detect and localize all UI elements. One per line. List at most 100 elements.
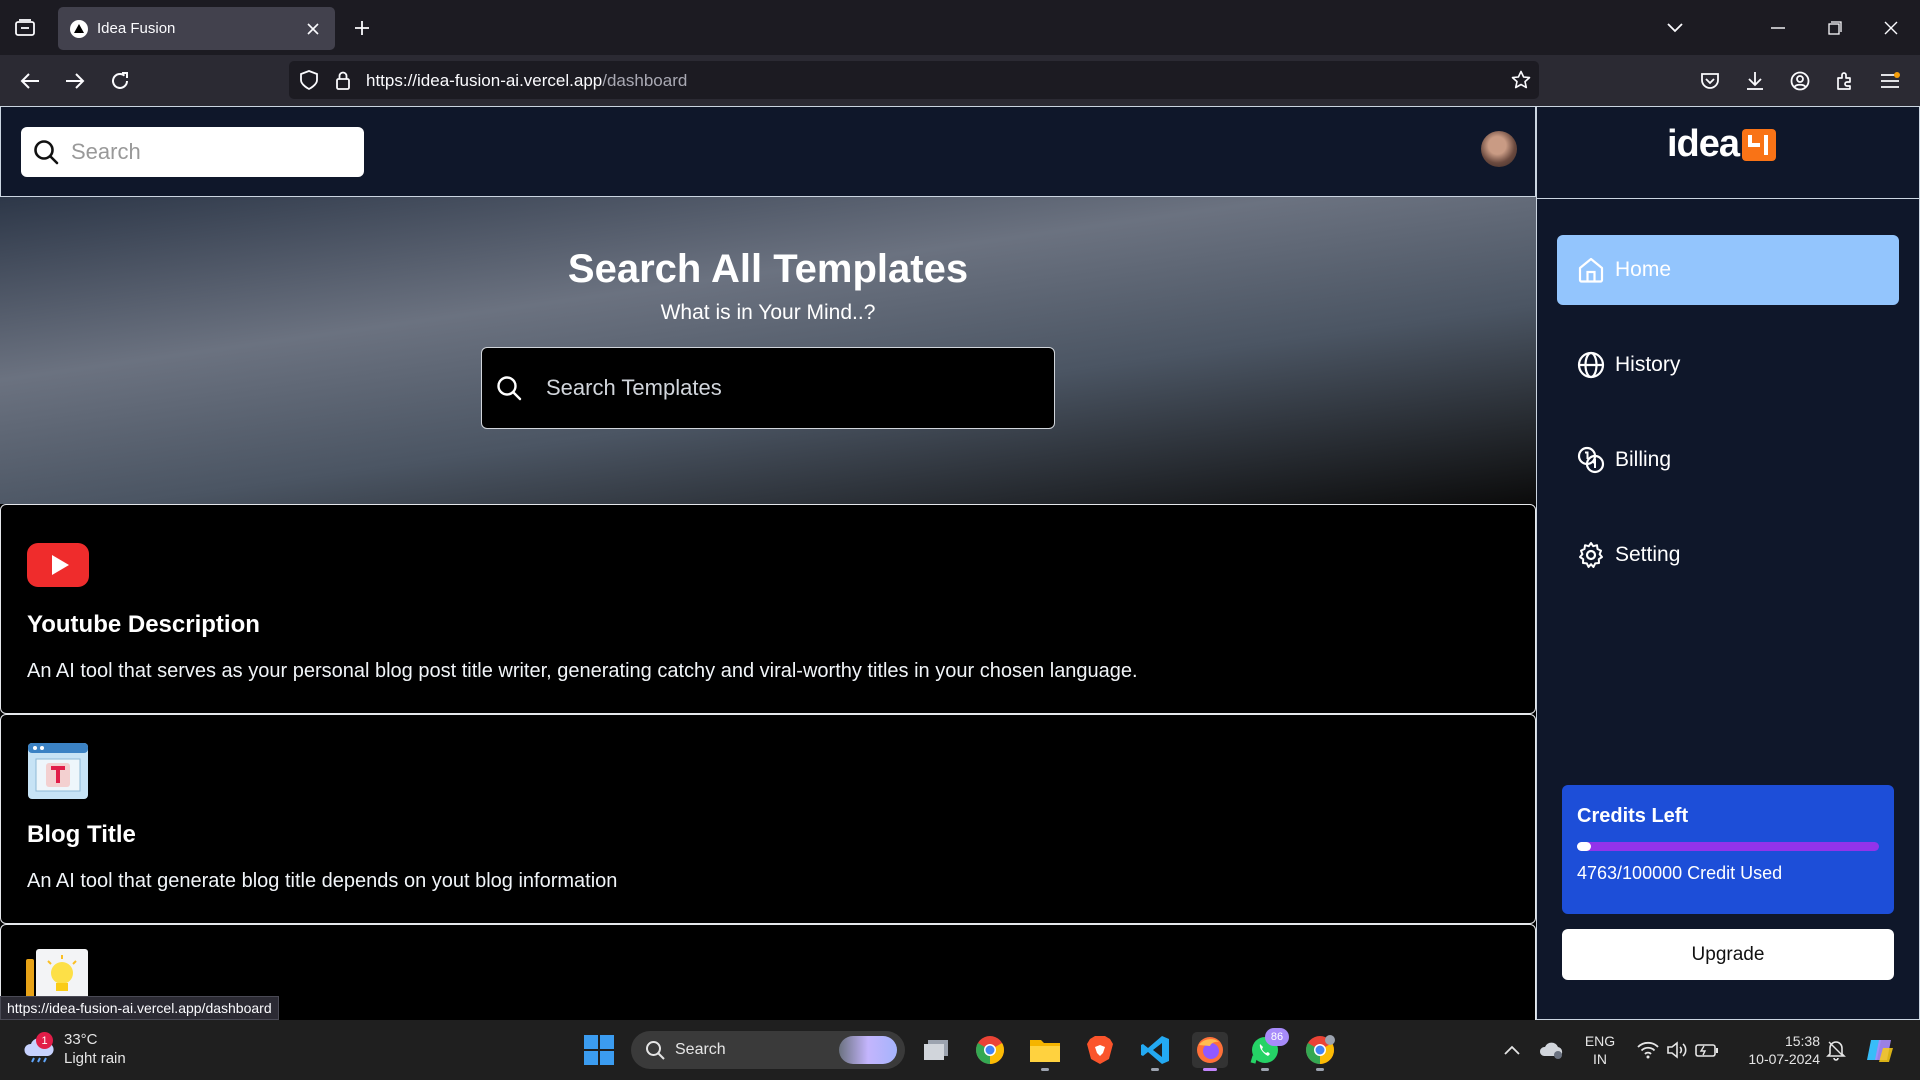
logo-text: idea <box>1667 123 1740 165</box>
youtube-icon <box>26 533 90 597</box>
home-icon <box>1577 256 1605 284</box>
sidebar-item-label: Home <box>1615 258 1672 281</box>
lang-bottom: IN <box>1593 1051 1607 1067</box>
back-icon[interactable] <box>15 66 45 96</box>
chrome-profile-icon[interactable] <box>1302 1032 1338 1071</box>
credits-progress-fill <box>1577 842 1592 851</box>
menu-icon[interactable] <box>1875 66 1905 96</box>
whatsapp-icon[interactable]: 86 <box>1247 1028 1289 1071</box>
onedrive-icon[interactable] <box>1534 1032 1570 1068</box>
vercel-favicon-icon <box>70 19 88 38</box>
header-search-input[interactable] <box>69 138 349 166</box>
rain-cloud-icon: 1 <box>22 1032 56 1064</box>
template-card-blog-title[interactable]: Blog Title An AI tool that generate blog… <box>0 714 1536 924</box>
search-icon <box>496 375 522 401</box>
search-icon <box>33 139 59 165</box>
user-avatar[interactable] <box>1481 131 1517 167</box>
running-indicator <box>1261 1068 1269 1071</box>
browser-tab-bar: Idea Fusion <box>0 0 1920 55</box>
list-all-tabs-icon[interactable] <box>1660 14 1690 42</box>
shield-icon[interactable] <box>299 70 319 90</box>
template-card-youtube-description[interactable]: Youtube Description An AI tool that serv… <box>0 504 1536 714</box>
weather-text: 33°C Light rain <box>64 1030 126 1068</box>
language-indicator[interactable]: ENG IN <box>1580 1032 1620 1068</box>
taskbar-search[interactable]: Search <box>631 1031 905 1069</box>
globe-icon <box>1577 351 1605 379</box>
task-view-icon[interactable] <box>918 1032 954 1068</box>
file-explorer-icon[interactable] <box>1027 1032 1063 1071</box>
sidebar-item-label: History <box>1615 353 1681 376</box>
reload-icon[interactable] <box>105 66 135 96</box>
credits-card: Credits Left 4763/100000 Credit Used <box>1562 785 1894 914</box>
hero-section: Search All Templates What is in Your Min… <box>0 197 1536 504</box>
sidebar-item-home[interactable]: Home <box>1557 235 1899 305</box>
logo-mark-icon <box>1742 128 1777 161</box>
close-window-icon[interactable] <box>1876 14 1906 42</box>
taskbar: 1 33°C Light rain Search 86 ENG IN 15:38… <box>0 1020 1920 1080</box>
tab-title: Idea Fusion <box>97 20 176 37</box>
sidebar-item-billing[interactable]: Billing <box>1557 425 1899 495</box>
blog-title-icon <box>26 739 90 803</box>
hero-subtitle: What is in Your Mind..? <box>660 301 876 324</box>
copilot-icon[interactable] <box>1862 1032 1898 1068</box>
running-indicator <box>1041 1068 1049 1071</box>
template-search[interactable] <box>481 347 1055 429</box>
downloads-icon[interactable] <box>1740 66 1770 96</box>
new-tab-icon[interactable] <box>348 14 376 42</box>
running-indicator <box>1316 1068 1324 1071</box>
pocket-icon[interactable] <box>1695 66 1725 96</box>
account-icon[interactable] <box>1785 66 1815 96</box>
chrome-icon[interactable] <box>972 1032 1008 1068</box>
browser-nav-bar: https://idea-fusion-ai.vercel.app/dashbo… <box>0 55 1920 106</box>
taskbar-search-label: Search <box>675 1041 726 1058</box>
tab-list-icon[interactable] <box>10 14 40 42</box>
sidebar: idea Home History Billing Setting Credit… <box>1536 106 1920 1020</box>
extensions-icon[interactable] <box>1830 66 1860 96</box>
tab-idea-fusion[interactable]: Idea Fusion <box>58 7 335 50</box>
template-title: Blog Title <box>27 821 136 848</box>
logo[interactable]: idea <box>1667 117 1777 172</box>
weather-temp: 33°C <box>64 1031 98 1048</box>
url-host: https://idea-fusion-ai.vercel.app <box>366 71 603 90</box>
credits-used-text: 4763/100000 Credit Used <box>1577 863 1783 883</box>
lock-icon[interactable] <box>333 70 353 90</box>
sidebar-item-setting[interactable]: Setting <box>1557 520 1899 590</box>
running-indicator <box>1203 1068 1217 1071</box>
sidebar-item-label: Billing <box>1615 448 1672 471</box>
weather-badge: 1 <box>36 1032 53 1049</box>
credits-title: Credits Left <box>1577 805 1689 827</box>
clock[interactable]: 15:38 10-07-2024 <box>1730 1032 1820 1068</box>
sidebar-divider <box>1537 198 1920 199</box>
notification-bell-icon[interactable] <box>1818 1032 1854 1068</box>
windows-start-icon[interactable] <box>584 1035 614 1065</box>
clock-time: 15:38 <box>1784 1033 1820 1049</box>
link-status-tooltip: https://idea-fusion-ai.vercel.app/dashbo… <box>0 996 279 1020</box>
upgrade-button[interactable]: Upgrade <box>1562 929 1894 980</box>
url-text[interactable]: https://idea-fusion-ai.vercel.app/dashbo… <box>366 71 687 91</box>
search-highlight-image <box>839 1036 897 1064</box>
template-search-input[interactable] <box>544 374 1024 402</box>
minimize-icon[interactable] <box>1763 14 1793 42</box>
address-bar[interactable]: https://idea-fusion-ai.vercel.app/dashbo… <box>289 61 1539 99</box>
coins-icon <box>1577 446 1605 474</box>
restore-icon[interactable] <box>1820 14 1850 42</box>
running-indicator <box>1151 1068 1159 1071</box>
tray-chevron-up-icon[interactable] <box>1494 1032 1530 1068</box>
header-search[interactable] <box>21 127 364 177</box>
bookmark-star-icon[interactable] <box>1511 70 1531 90</box>
firefox-icon[interactable] <box>1192 1032 1228 1071</box>
hero-title: Search All Templates <box>567 247 969 291</box>
vscode-icon[interactable] <box>1137 1032 1173 1071</box>
brave-icon[interactable] <box>1082 1032 1118 1068</box>
app-header <box>0 106 1536 197</box>
template-description: An AI tool that serves as your personal … <box>27 660 1138 682</box>
weather-widget[interactable]: 1 33°C Light rain <box>22 1030 126 1068</box>
gear-icon <box>1577 541 1605 569</box>
credits-progress-bar <box>1577 842 1879 851</box>
close-tab-icon[interactable] <box>303 19 323 39</box>
search-icon <box>645 1040 665 1060</box>
forward-icon[interactable] <box>60 66 90 96</box>
sidebar-item-history[interactable]: History <box>1557 330 1899 400</box>
lang-top: ENG <box>1584 1033 1616 1049</box>
battery-icon[interactable] <box>1689 1032 1725 1068</box>
